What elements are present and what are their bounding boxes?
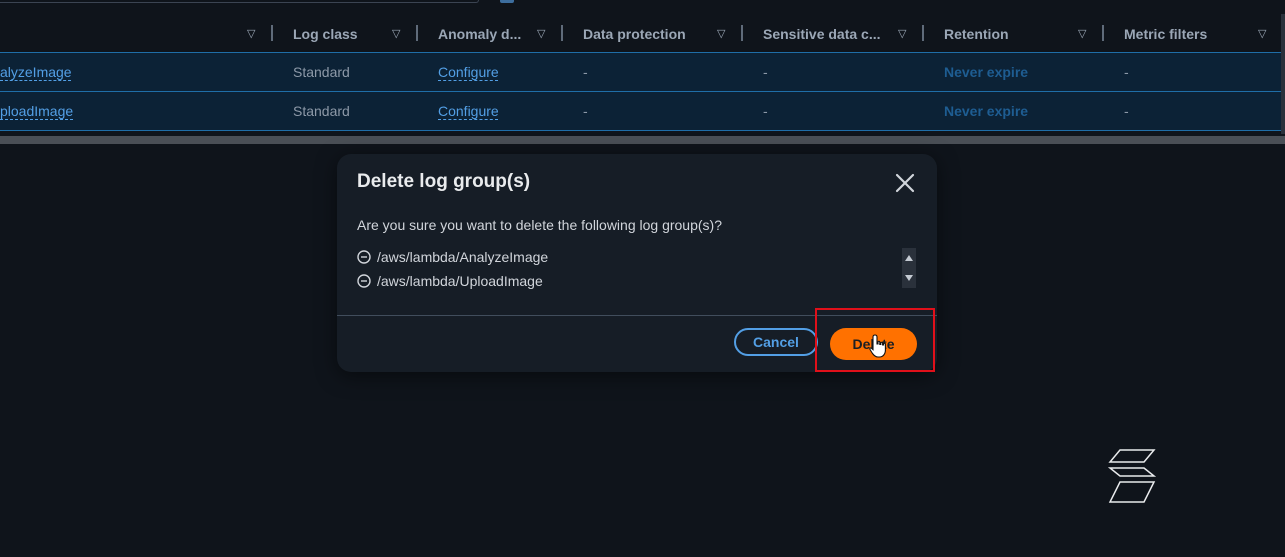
page: ▽ Log class ▽ Anomaly d... ▽ Data protec… bbox=[0, 0, 1285, 557]
sort-icon[interactable]: ▽ bbox=[898, 27, 906, 40]
sensitive-data-cell: - bbox=[763, 64, 768, 80]
sort-icon[interactable]: ▽ bbox=[247, 27, 255, 40]
column-resizer[interactable] bbox=[271, 25, 273, 41]
log-group-list: /aws/lambda/AnalyzeImage /aws/lambda/Upl… bbox=[357, 246, 917, 292]
list-scroll-up-button[interactable] bbox=[902, 248, 916, 268]
vertical-scrollbar[interactable] bbox=[1281, 14, 1285, 134]
column-header-retention[interactable]: Retention bbox=[944, 26, 1009, 42]
sort-icon[interactable]: ▽ bbox=[717, 27, 725, 40]
horizontal-scrollbar[interactable] bbox=[0, 136, 1285, 144]
column-resizer[interactable] bbox=[561, 25, 563, 41]
table-row[interactable]: alyzeImage Standard Configure - - Never … bbox=[0, 52, 1285, 91]
metric-filters-cell: - bbox=[1124, 103, 1129, 119]
settings-icon[interactable] bbox=[500, 0, 514, 3]
cancel-button[interactable]: Cancel bbox=[734, 328, 818, 356]
search-field-edge[interactable] bbox=[0, 0, 479, 3]
log-group-name-link[interactable]: ploadImage bbox=[0, 103, 73, 119]
triangle-down-icon bbox=[905, 275, 913, 281]
minus-circle-icon bbox=[357, 274, 371, 288]
triangle-up-icon bbox=[905, 255, 913, 261]
column-header-data-protection[interactable]: Data protection bbox=[583, 26, 686, 42]
data-protection-cell: - bbox=[583, 64, 588, 80]
column-resizer[interactable] bbox=[922, 25, 924, 41]
close-icon bbox=[895, 173, 915, 193]
list-item: /aws/lambda/UploadImage bbox=[357, 270, 543, 292]
list-scroll-down-button[interactable] bbox=[902, 268, 916, 288]
sensitive-data-cell: - bbox=[763, 103, 768, 119]
configure-anomaly-link[interactable]: Configure bbox=[438, 103, 499, 119]
table-row[interactable]: ploadImage Standard Configure - - Never … bbox=[0, 91, 1285, 131]
column-header-sensitive-data[interactable]: Sensitive data c... bbox=[763, 26, 881, 42]
configure-anomaly-link[interactable]: Configure bbox=[438, 64, 499, 80]
close-button[interactable] bbox=[892, 170, 918, 196]
column-resizer[interactable] bbox=[416, 25, 418, 41]
data-protection-cell: - bbox=[583, 103, 588, 119]
logo-icon bbox=[1107, 449, 1156, 503]
table-header: ▽ Log class ▽ Anomaly d... ▽ Data protec… bbox=[0, 14, 1285, 52]
sort-icon[interactable]: ▽ bbox=[1258, 27, 1266, 40]
column-resizer[interactable] bbox=[1102, 25, 1104, 41]
log-class-cell: Standard bbox=[293, 103, 350, 119]
sort-icon[interactable]: ▽ bbox=[537, 27, 545, 40]
hand-pointer-icon bbox=[869, 334, 886, 358]
log-group-path: /aws/lambda/AnalyzeImage bbox=[377, 249, 549, 265]
metric-filters-cell: - bbox=[1124, 64, 1129, 80]
column-header-log-class[interactable]: Log class bbox=[293, 26, 358, 42]
column-header-metric-filters[interactable]: Metric filters bbox=[1124, 26, 1207, 42]
confirmation-question: Are you sure you want to delete the foll… bbox=[357, 217, 722, 233]
log-class-cell: Standard bbox=[293, 64, 350, 80]
sort-icon[interactable]: ▽ bbox=[392, 27, 400, 40]
log-group-path: /aws/lambda/UploadImage bbox=[377, 273, 543, 289]
log-groups-table: ▽ Log class ▽ Anomaly d... ▽ Data protec… bbox=[0, 14, 1285, 131]
retention-cell: Never expire bbox=[944, 103, 1029, 119]
log-group-name-link[interactable]: alyzeImage bbox=[0, 64, 72, 80]
list-item: /aws/lambda/AnalyzeImage bbox=[357, 246, 548, 268]
sort-icon[interactable]: ▽ bbox=[1078, 27, 1086, 40]
retention-cell: Never expire bbox=[944, 64, 1029, 80]
column-header-anomaly-detection[interactable]: Anomaly d... bbox=[438, 26, 521, 42]
minus-circle-icon bbox=[357, 250, 371, 264]
column-resizer[interactable] bbox=[741, 25, 743, 41]
modal-title: Delete log group(s) bbox=[357, 171, 531, 192]
